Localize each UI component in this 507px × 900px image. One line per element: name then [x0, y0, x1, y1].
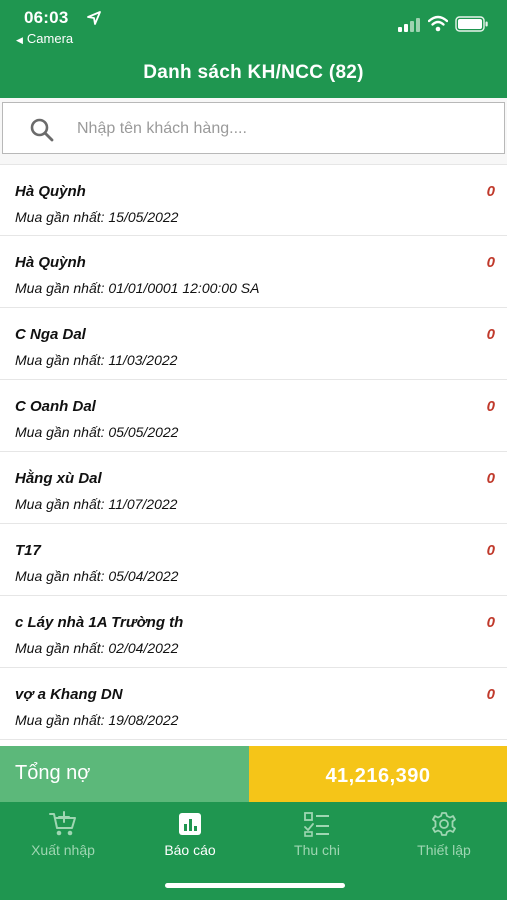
list-item[interactable]: C Oanh Dal Mua gần nhất: 05/05/2022 0	[0, 380, 507, 452]
customer-name: Hằng xù Dal	[15, 470, 102, 487]
total-debt-value: 41,216,390	[325, 765, 431, 787]
customer-name: Hà Quỳnh	[15, 183, 86, 200]
customer-name: C Oanh Dal	[15, 398, 96, 415]
last-purchase-date: Mua gần nhất: 05/04/2022	[15, 568, 179, 584]
status-time: 06:03	[24, 8, 69, 27]
total-debt-label-box: Tổng nợ	[0, 746, 249, 802]
battery-icon	[455, 16, 488, 32]
list-item[interactable]: vợ a Khang DN Mua gần nhất: 19/08/2022 0	[0, 668, 507, 740]
customer-name: c Láy nhà 1A Trường th	[15, 614, 184, 631]
list-item[interactable]: Hà Quỳnh Mua gần nhất: 01/01/0001 12:00:…	[0, 236, 507, 308]
page-title: Danh sách KH/NCC (82)	[143, 62, 364, 83]
debt-amount: 0	[486, 614, 495, 631]
debt-amount: 0	[486, 470, 495, 487]
search-box[interactable]	[2, 102, 505, 154]
debt-amount: 0	[486, 686, 495, 703]
total-debt-label: Tổng nợ	[15, 762, 91, 784]
search-icon	[30, 118, 54, 142]
list-item[interactable]: c Láy nhà 1A Trường th Mua gần nhất: 02/…	[0, 596, 507, 668]
tab-label: Báo cáo	[164, 842, 216, 858]
bottom-tab-bar: Xuất nhập Báo cáo Thu chi Thiết lập	[0, 802, 507, 900]
list-item[interactable]: Hằng xù Dal Mua gần nhất: 11/07/2022 0	[0, 452, 507, 524]
cart-icon	[49, 811, 76, 836]
customer-name: C Nga Dal	[15, 326, 86, 343]
home-indicator[interactable]	[165, 883, 345, 888]
last-purchase-date: Mua gần nhất: 19/08/2022	[15, 712, 179, 728]
last-purchase-date: Mua gần nhất: 15/05/2022	[15, 209, 179, 225]
app-header: 06:03 ◀ Camera Danh sách KH/NCC (82)	[0, 0, 507, 98]
checklist-icon	[304, 812, 329, 837]
last-purchase-date: Mua gần nhất: 05/05/2022	[15, 424, 179, 440]
bar-chart-icon	[179, 813, 201, 835]
back-triangle-icon: ◀	[16, 35, 23, 45]
tab-label: Thu chi	[294, 842, 340, 858]
tab-label: Thiết lập	[417, 842, 471, 858]
search-input[interactable]	[77, 113, 487, 145]
customer-name: vợ a Khang DN	[15, 686, 123, 703]
customer-name: T17	[15, 542, 41, 559]
tab-label: Xuất nhập	[31, 842, 95, 858]
last-purchase-date: Mua gần nhất: 02/04/2022	[15, 640, 179, 656]
gear-icon	[432, 812, 456, 836]
back-app-label: Camera	[26, 31, 74, 46]
tab-thiet-lap[interactable]: Thiết lập	[381, 810, 507, 864]
wifi-icon	[428, 15, 448, 32]
status-bar: 06:03 ◀ Camera	[0, 0, 507, 50]
list-item[interactable]: C Nga Dal Mua gần nhất: 11/03/2022 0	[0, 308, 507, 380]
search-bar-container	[0, 98, 507, 164]
debt-amount: 0	[486, 542, 495, 559]
back-to-app-link[interactable]: ◀ Camera	[16, 31, 73, 46]
location-arrow-icon	[87, 11, 101, 25]
cellular-signal-icon	[398, 18, 420, 32]
tab-bao-cao[interactable]: Báo cáo	[127, 810, 253, 864]
customer-list: Hà Quỳnh Mua gần nhất: 15/05/2022 0 Hà Q…	[0, 164, 507, 740]
debt-amount: 0	[486, 398, 495, 415]
last-purchase-date: Mua gần nhất: 11/07/2022	[15, 496, 178, 512]
debt-amount: 0	[486, 254, 495, 271]
debt-amount: 0	[486, 326, 495, 343]
list-item[interactable]: T17 Mua gần nhất: 05/04/2022 0	[0, 524, 507, 596]
customer-name: Hà Quỳnh	[15, 254, 86, 271]
last-purchase-date: Mua gần nhất: 01/01/0001 12:00:00 SA	[15, 280, 260, 296]
debt-amount: 0	[486, 183, 495, 200]
last-purchase-date: Mua gần nhất: 11/03/2022	[15, 352, 178, 368]
tab-xuat-nhap[interactable]: Xuất nhập	[0, 810, 126, 864]
total-debt-bar: Tổng nợ 41,216,390	[0, 746, 507, 802]
total-debt-value-box: 41,216,390	[249, 746, 507, 802]
tab-thu-chi[interactable]: Thu chi	[254, 810, 380, 864]
list-item[interactable]: Hà Quỳnh Mua gần nhất: 15/05/2022 0	[0, 164, 507, 236]
